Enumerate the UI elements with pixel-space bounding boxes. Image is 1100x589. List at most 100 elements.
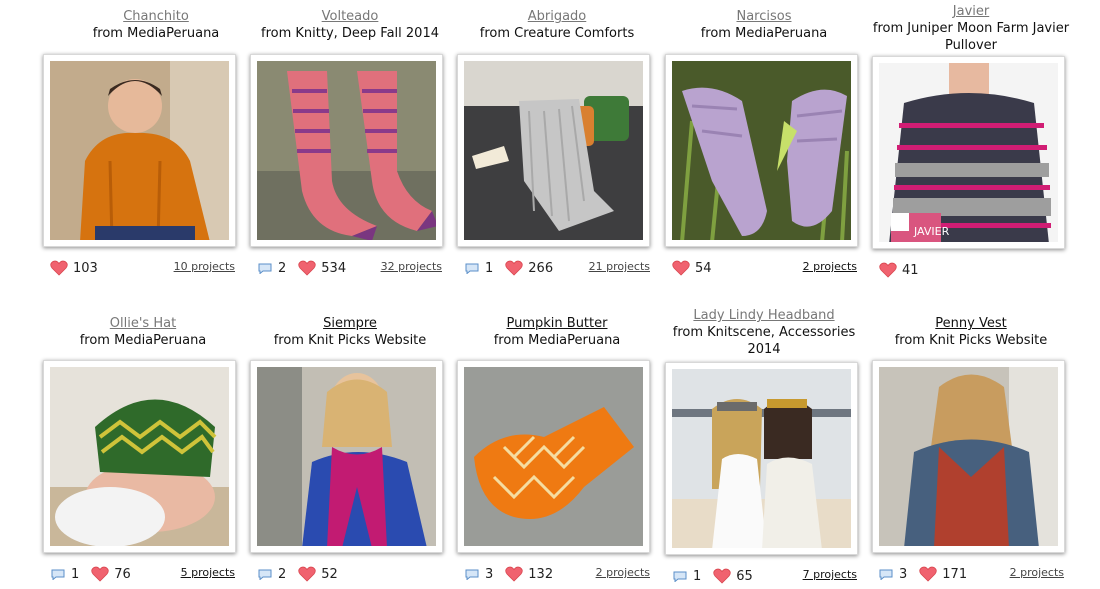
pattern-stats: 103: [50, 259, 110, 277]
comment-icon[interactable]: [879, 569, 893, 581]
pattern-stats: 1 76: [51, 565, 143, 583]
pattern-title-link[interactable]: Volteado: [322, 9, 379, 24]
pattern-title-link[interactable]: Abrigado: [528, 9, 587, 24]
pattern-source: from Knitscene, Accessories 2014: [672, 325, 856, 357]
pattern-card: Penny Vest from Knit Picks Website: [868, 315, 1074, 349]
pattern-source: from Creature Comforts: [479, 26, 635, 41]
comment-icon[interactable]: [51, 569, 65, 581]
comment-count: 3: [485, 566, 494, 582]
comment-count: 2: [278, 260, 287, 276]
heart-icon[interactable]: [298, 260, 316, 276]
pattern-source: from MediaPeruana: [79, 333, 207, 348]
pattern-title-link[interactable]: Javier: [953, 4, 989, 19]
heart-icon[interactable]: [298, 566, 316, 582]
pattern-stats: 2 534: [258, 259, 358, 277]
pattern-stats: 54: [672, 259, 724, 277]
pullover-photo-art: JAVIER: [879, 63, 1058, 242]
comment-icon[interactable]: [465, 263, 479, 275]
pattern-photo[interactable]: [665, 54, 858, 247]
pattern-card: Chanchito from MediaPeruana: [53, 8, 259, 42]
heart-icon[interactable]: [713, 568, 731, 584]
comment-count: 1: [693, 568, 702, 584]
comment-icon[interactable]: [258, 569, 272, 581]
cowl-photo-art: [257, 367, 436, 546]
pattern-source: from MediaPeruana: [700, 26, 828, 41]
pattern-stats: 1 266: [465, 259, 565, 277]
pattern-source: from Knit Picks Website: [894, 333, 1048, 348]
pattern-card: Narcisos from MediaPeruana: [661, 8, 867, 42]
pattern-photo[interactable]: [665, 362, 858, 555]
pattern-title-link[interactable]: Narcisos: [736, 9, 791, 24]
pattern-title-link[interactable]: Siempre: [323, 316, 377, 331]
heart-icon[interactable]: [505, 566, 523, 582]
pattern-card: Pumpkin Butter from MediaPeruana: [454, 315, 660, 349]
projects-link[interactable]: 10 projects: [150, 260, 235, 273]
pattern-title-link[interactable]: Penny Vest: [935, 316, 1006, 331]
heart-count: 266: [528, 260, 554, 276]
comment-icon[interactable]: [673, 571, 687, 583]
heart-count: 41: [902, 262, 919, 278]
pattern-photo[interactable]: [43, 360, 236, 553]
pattern-photo[interactable]: [43, 54, 236, 247]
pattern-card: Abrigado from Creature Comforts: [454, 8, 660, 42]
pattern-card: Siempre from Knit Picks Website: [247, 315, 453, 349]
pattern-stats: 1 65: [673, 567, 765, 585]
pattern-card: Volteado from Knitty, Deep Fall 2014: [247, 8, 453, 42]
socks-photo-art: [257, 61, 436, 240]
projects-link[interactable]: 7 projects: [772, 568, 857, 581]
pattern-source: from MediaPeruana: [92, 26, 220, 41]
vest-photo-art: [879, 367, 1058, 546]
heart-count: 171: [942, 566, 968, 582]
pattern-card: Lady Lindy Headband from Knitscene, Acce…: [661, 307, 867, 358]
pattern-source: from MediaPeruana: [493, 333, 621, 348]
pattern-stats: 41: [879, 261, 931, 279]
projects-link[interactable]: 21 projects: [565, 260, 650, 273]
pattern-photo[interactable]: [250, 54, 443, 247]
pattern-photo[interactable]: [457, 54, 650, 247]
heart-icon[interactable]: [672, 260, 690, 276]
heart-count: 76: [114, 566, 131, 582]
heart-count: 54: [695, 260, 712, 276]
pattern-photo[interactable]: [250, 360, 443, 553]
javier-badge-text: JAVIER: [913, 225, 950, 238]
headband-photo-art: [672, 369, 851, 548]
heart-icon[interactable]: [879, 262, 897, 278]
pattern-photo[interactable]: [457, 360, 650, 553]
pattern-title-link[interactable]: Pumpkin Butter: [507, 316, 608, 331]
projects-link[interactable]: 5 projects: [150, 566, 235, 579]
heart-count: 534: [321, 260, 347, 276]
comment-count: 2: [278, 566, 287, 582]
comment-count: 3: [899, 566, 908, 582]
pattern-title-link[interactable]: Chanchito: [123, 9, 189, 24]
comment-icon[interactable]: [465, 569, 479, 581]
toddler-photo-art: [50, 61, 229, 240]
comment-count: 1: [71, 566, 80, 582]
blanket-photo-art: [464, 61, 643, 240]
pattern-card: Ollie's Hat from MediaPeruana: [40, 315, 246, 349]
projects-link[interactable]: 2 projects: [979, 566, 1064, 579]
pattern-stats: 2 52: [258, 565, 350, 583]
pattern-source: from Knit Picks Website: [273, 333, 427, 348]
heart-count: 65: [736, 568, 753, 584]
pattern-photo[interactable]: [872, 360, 1065, 553]
pattern-photo[interactable]: JAVIER: [872, 56, 1065, 249]
heart-icon[interactable]: [505, 260, 523, 276]
pattern-title-link[interactable]: Ollie's Hat: [110, 316, 176, 331]
comment-icon[interactable]: [258, 263, 272, 275]
pattern-source: from Juniper Moon Farm Javier Pullover: [872, 21, 1070, 53]
projects-link[interactable]: 2 projects: [565, 566, 650, 579]
baby-hat-photo-art: [50, 367, 229, 546]
heart-count: 52: [321, 566, 338, 582]
heart-icon[interactable]: [91, 566, 109, 582]
pattern-stats: 3 132: [465, 565, 565, 583]
heart-icon[interactable]: [50, 260, 68, 276]
comment-count: 1: [485, 260, 494, 276]
sock-photo-art: [464, 367, 643, 546]
projects-link[interactable]: 32 projects: [357, 260, 442, 273]
pattern-stats: 3 171: [879, 565, 979, 583]
projects-link[interactable]: 2 projects: [772, 260, 857, 273]
pattern-title-link[interactable]: Lady Lindy Headband: [693, 308, 834, 323]
heart-icon[interactable]: [919, 566, 937, 582]
pattern-source: from Knitty, Deep Fall 2014: [261, 26, 439, 41]
heart-count: 103: [73, 260, 98, 276]
